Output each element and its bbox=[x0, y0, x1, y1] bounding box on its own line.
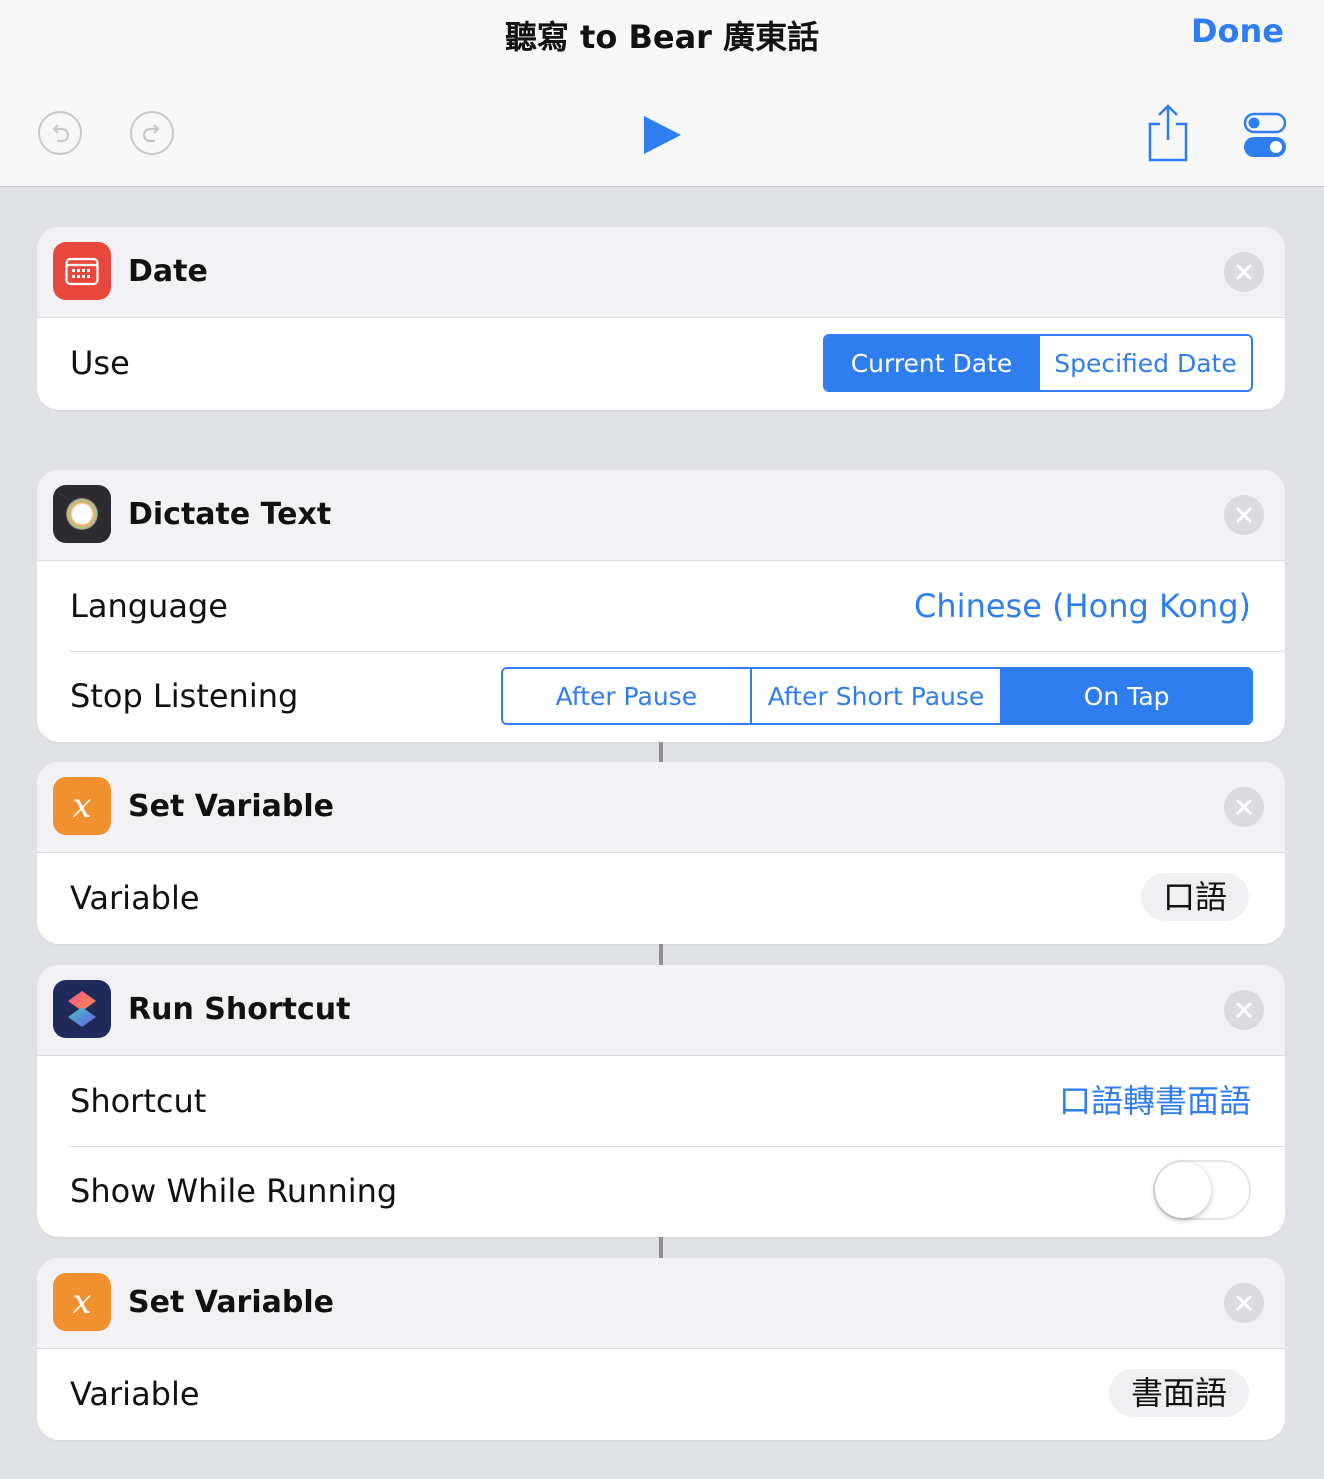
segment-on-tap[interactable]: On Tap bbox=[1000, 669, 1251, 723]
variable-label: Variable bbox=[70, 1375, 200, 1413]
action-title: Set Variable bbox=[128, 789, 334, 824]
done-button[interactable]: Done bbox=[1191, 12, 1284, 50]
action-header: Run Shortcut bbox=[37, 965, 1285, 1056]
action-title: Run Shortcut bbox=[128, 992, 351, 1027]
show-while-running-toggle[interactable] bbox=[1153, 1160, 1251, 1220]
undo-icon bbox=[52, 124, 70, 143]
action-title: Set Variable bbox=[128, 1285, 334, 1320]
action-connector bbox=[659, 944, 663, 965]
variable-name-token[interactable]: 口語 bbox=[1140, 873, 1249, 921]
show-while-running-label: Show While Running bbox=[70, 1172, 398, 1210]
remove-action-button[interactable] bbox=[1224, 495, 1264, 535]
show-while-running-row: Show While Running bbox=[37, 1146, 1285, 1236]
variable-name-token[interactable]: 書面語 bbox=[1108, 1369, 1249, 1417]
set-variable-action-card: x Set Variable Variable 口語 bbox=[37, 762, 1285, 944]
segment-after-pause[interactable]: After Pause bbox=[503, 669, 750, 723]
segment-after-short-pause[interactable]: After Short Pause bbox=[749, 669, 1001, 723]
action-connector bbox=[659, 742, 663, 762]
action-title: Date bbox=[128, 254, 208, 289]
remove-action-button[interactable] bbox=[1224, 252, 1264, 292]
undo-button[interactable] bbox=[38, 111, 82, 155]
variable-icon: x bbox=[53, 777, 111, 835]
dictate-text-action-card: Dictate Text Language Chinese (Hong Kong… bbox=[37, 470, 1285, 742]
close-icon bbox=[1236, 799, 1252, 815]
redo-icon bbox=[142, 124, 160, 143]
date-action-card: Date Use Current Date Specified Date bbox=[37, 227, 1285, 410]
segment-current-date[interactable]: Current Date bbox=[825, 336, 1038, 390]
shortcut-row[interactable]: Shortcut 口語轉書面語 bbox=[37, 1056, 1285, 1146]
dictation-icon bbox=[53, 485, 111, 543]
action-header: x Set Variable bbox=[37, 762, 1285, 853]
shortcut-title: 聽寫 to Bear 廣東話 bbox=[504, 18, 820, 56]
action-title: Dictate Text bbox=[128, 497, 332, 532]
language-label: Language bbox=[70, 587, 228, 625]
shortcuts-icon bbox=[53, 980, 111, 1038]
shortcut-label: Shortcut bbox=[70, 1082, 207, 1120]
remove-action-button[interactable] bbox=[1224, 990, 1264, 1030]
set-variable-action-card: x Set Variable Variable 書面語 bbox=[37, 1258, 1285, 1440]
stop-listening-label: Stop Listening bbox=[70, 677, 299, 715]
toggle-knob bbox=[1155, 1162, 1211, 1218]
close-icon bbox=[1236, 264, 1252, 280]
language-value[interactable]: Chinese (Hong Kong) bbox=[914, 561, 1251, 651]
calendar-icon bbox=[53, 242, 111, 300]
play-icon[interactable] bbox=[641, 114, 683, 156]
close-icon bbox=[1236, 1295, 1252, 1311]
variable-row: Variable 書面語 bbox=[37, 1349, 1285, 1439]
remove-action-button[interactable] bbox=[1224, 787, 1264, 827]
action-connector bbox=[659, 1237, 663, 1258]
shortcut-value[interactable]: 口語轉書面語 bbox=[1059, 1056, 1251, 1146]
close-icon bbox=[1236, 1002, 1252, 1018]
share-icon[interactable] bbox=[1146, 104, 1190, 162]
settings-toggles-icon[interactable] bbox=[1243, 112, 1287, 158]
run-shortcut-action-card: Run Shortcut Shortcut 口語轉書面語 Show While … bbox=[37, 965, 1285, 1237]
variable-row: Variable 口語 bbox=[37, 853, 1285, 943]
top-toolbar: 聽寫 to Bear 廣東話 Done bbox=[0, 0, 1324, 187]
use-row: Use Current Date Specified Date bbox=[37, 318, 1285, 408]
stop-listening-row: Stop Listening After Pause After Short P… bbox=[37, 651, 1285, 741]
segment-specified-date[interactable]: Specified Date bbox=[1037, 336, 1251, 390]
variable-icon: x bbox=[53, 1273, 111, 1331]
action-header: Date bbox=[37, 227, 1285, 318]
use-label: Use bbox=[70, 344, 130, 382]
redo-button[interactable] bbox=[130, 111, 174, 155]
variable-label: Variable bbox=[70, 879, 200, 917]
remove-action-button[interactable] bbox=[1224, 1283, 1264, 1323]
action-header: Dictate Text bbox=[37, 470, 1285, 561]
action-header: x Set Variable bbox=[37, 1258, 1285, 1349]
close-icon bbox=[1236, 507, 1252, 523]
language-row[interactable]: Language Chinese (Hong Kong) bbox=[37, 561, 1285, 651]
stop-listening-segmented-control: After Pause After Short Pause On Tap bbox=[501, 667, 1253, 725]
date-source-segmented-control: Current Date Specified Date bbox=[823, 334, 1253, 392]
